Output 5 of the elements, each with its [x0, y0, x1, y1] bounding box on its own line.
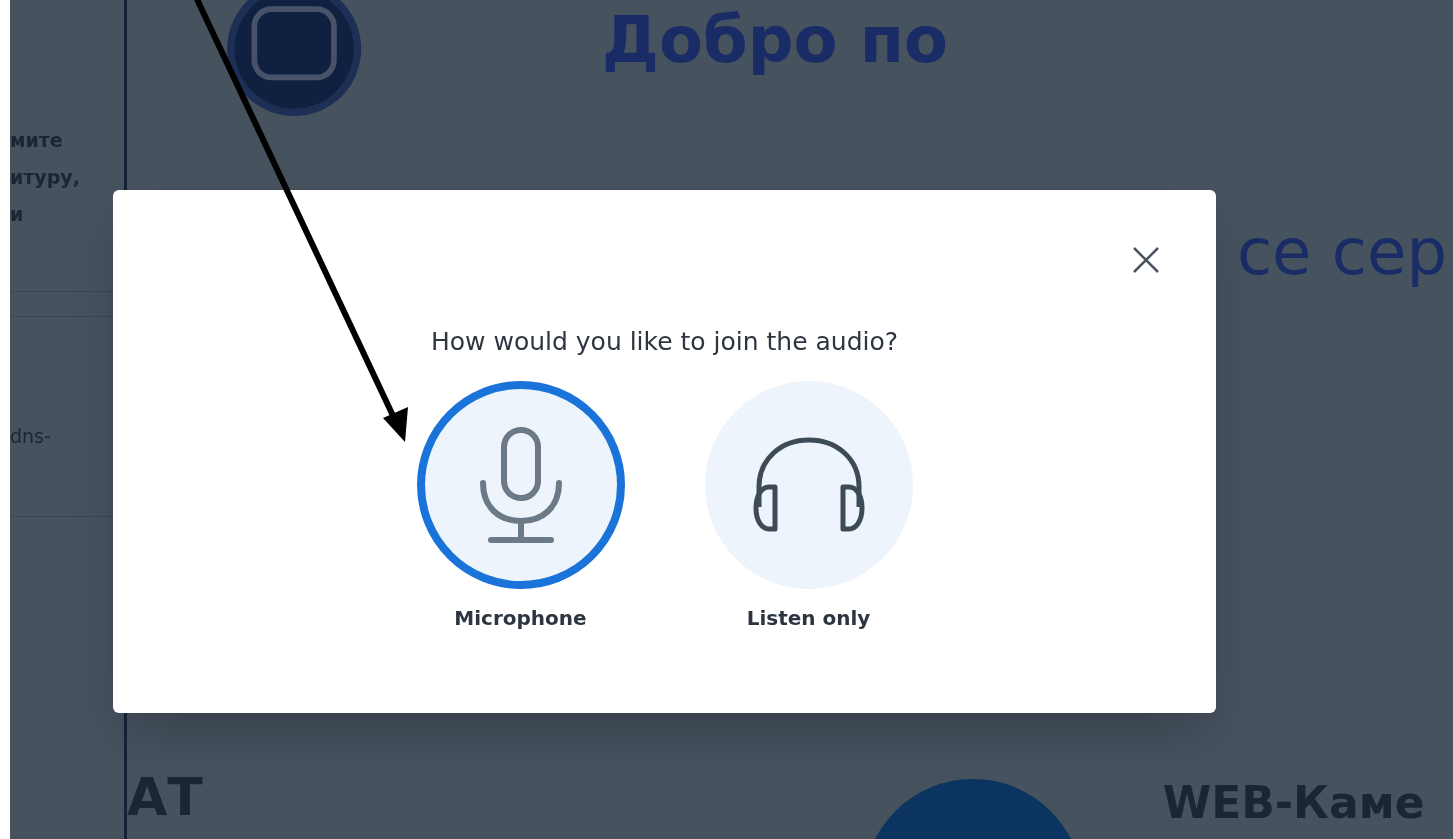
dialog-question: How would you like to join the audio?	[430, 326, 899, 358]
audio-option-button[interactable]: Microphone	[416, 380, 625, 633]
audio-option-button[interactable]: Listen only	[704, 380, 913, 633]
close-icon	[1133, 247, 1159, 273]
close-button[interactable]	[1131, 245, 1161, 275]
